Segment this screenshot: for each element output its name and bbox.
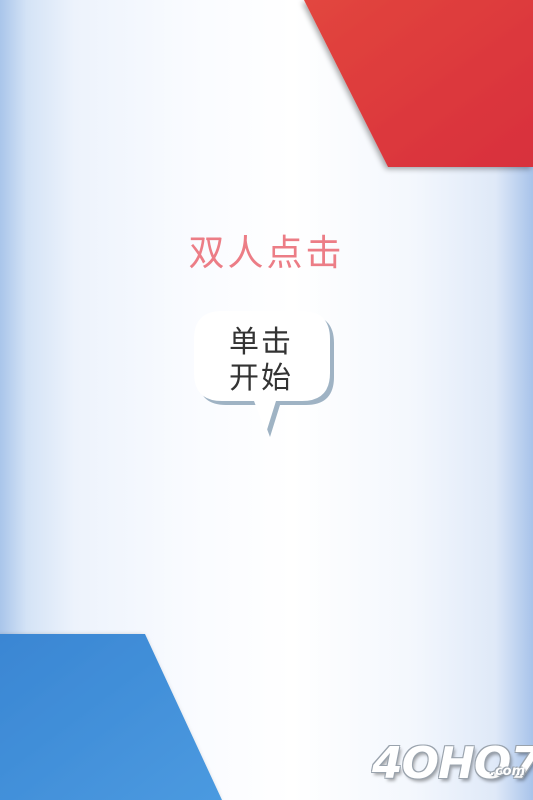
- red-corner-shape: [304, 0, 533, 167]
- blue-corner-shape: [0, 634, 222, 800]
- site-watermark: 4OHO7 .com: [372, 736, 533, 796]
- watermark-suffix: .com: [490, 764, 526, 779]
- mode-title: 双人点击: [188, 233, 345, 274]
- game-start-screen[interactable]: 双人点击 单击 开始 4OHO7 .com: [0, 0, 533, 800]
- start-button[interactable]: 单击 开始: [190, 305, 340, 440]
- start-bubble-text: 单击 开始: [229, 325, 293, 396]
